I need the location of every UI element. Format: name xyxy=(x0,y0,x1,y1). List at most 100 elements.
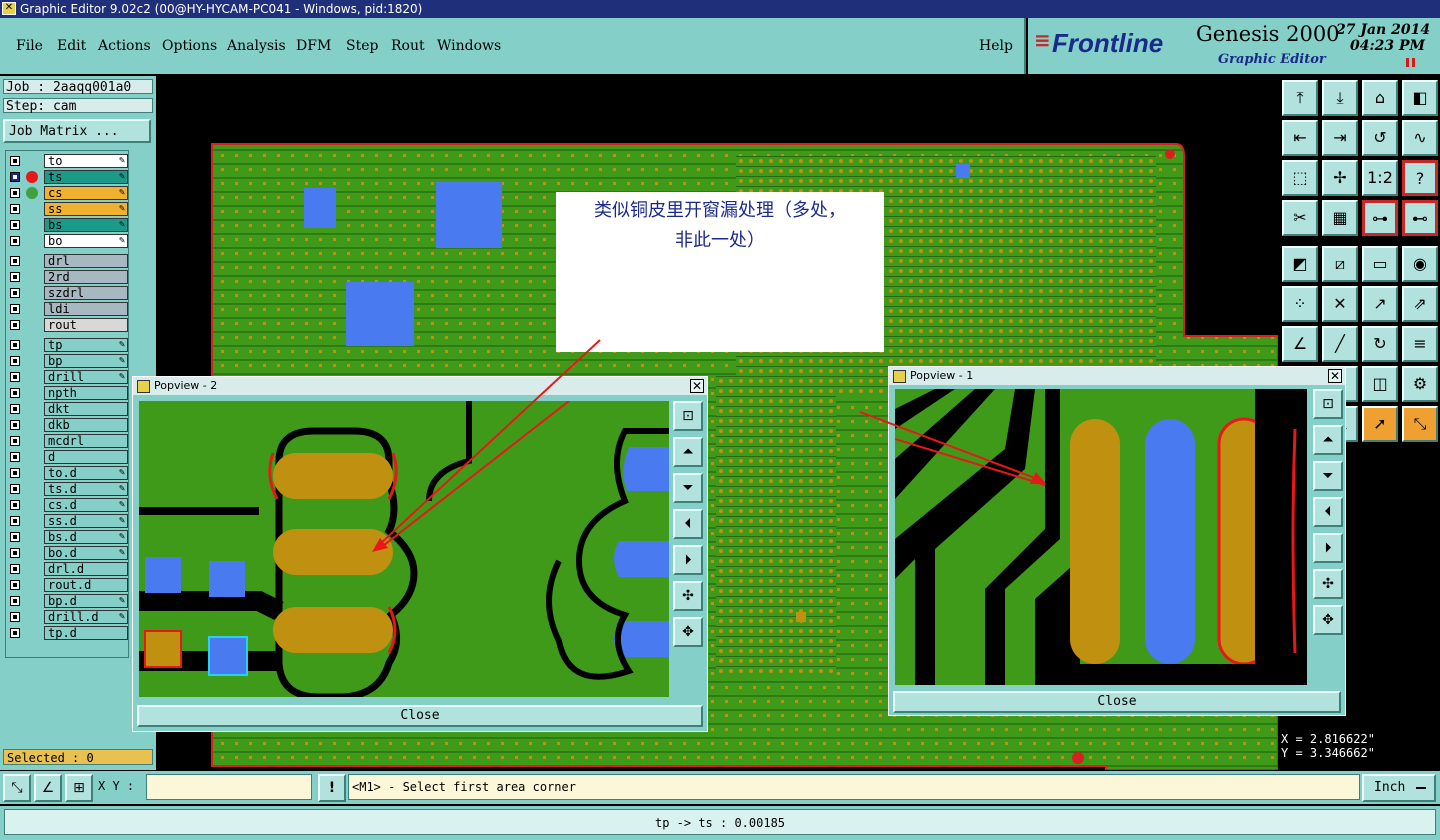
job-matrix-button[interactable]: Job Matrix ... xyxy=(3,119,151,143)
box-select-icon[interactable]: ⧄ xyxy=(1322,246,1358,282)
move-up-icon[interactable]: ⤒ xyxy=(1282,80,1318,116)
layer-name[interactable]: cs.d ✎ xyxy=(44,498,128,512)
layer-row[interactable]: drill ✎ xyxy=(6,369,128,385)
layer-row[interactable]: d xyxy=(6,449,128,465)
pan-right-icon[interactable]: ⏵ xyxy=(673,545,703,575)
layer-row[interactable]: npth xyxy=(6,385,128,401)
fit-screen-icon[interactable]: ⬚ xyxy=(1282,160,1318,196)
menu-rout[interactable]: Rout xyxy=(391,38,425,54)
layer-checkbox[interactable] xyxy=(10,356,20,366)
layer-row[interactable]: tp ✎ xyxy=(6,337,128,353)
layer-row[interactable]: cs ✎ xyxy=(6,185,128,201)
menu-actions[interactable]: Actions xyxy=(98,38,151,54)
layer-row[interactable]: ss ✎ xyxy=(6,201,128,217)
menu-step[interactable]: Step xyxy=(346,38,378,54)
layer-name[interactable]: to ✎ xyxy=(44,154,128,168)
layer-name[interactable]: mcdrl xyxy=(44,434,128,448)
layer-row[interactable]: bp ✎ xyxy=(6,353,128,369)
layer-checkbox[interactable] xyxy=(10,156,20,166)
layer-name[interactable]: bs ✎ xyxy=(44,218,128,232)
layer-name[interactable]: bs.d ✎ xyxy=(44,530,128,544)
layer-row[interactable]: drl.d xyxy=(6,561,128,577)
scale-icon[interactable]: 1:2 xyxy=(1362,160,1398,196)
layer-name[interactable]: dkb xyxy=(44,418,128,432)
xy-input[interactable] xyxy=(146,774,312,800)
layer-row[interactable]: bs.d ✎ xyxy=(6,529,128,545)
layer-row[interactable]: rout xyxy=(6,317,128,333)
pan-right-icon[interactable]: ⏵ xyxy=(1313,533,1343,563)
layer-checkbox[interactable] xyxy=(10,596,20,606)
layer-name[interactable]: ts.d ✎ xyxy=(44,482,128,496)
layer-name[interactable]: drl xyxy=(44,254,128,268)
dots-icon[interactable]: ⁘ xyxy=(1282,286,1318,322)
layer-row[interactable]: rout.d xyxy=(6,577,128,593)
zoom-in-icon[interactable]: ✥ xyxy=(673,617,703,647)
layer-checkbox[interactable] xyxy=(10,580,20,590)
pan-down-icon[interactable]: ⏷ xyxy=(673,473,703,503)
move-right-icon[interactable]: ⇥ xyxy=(1322,120,1358,156)
line-icon[interactable]: ╱ xyxy=(1322,326,1358,362)
layer-checkbox[interactable] xyxy=(10,484,20,494)
pan-up-icon[interactable]: ⏶ xyxy=(1313,425,1343,455)
layer-row[interactable]: drl xyxy=(6,253,128,269)
layer-row[interactable]: bp.d ✎ xyxy=(6,593,128,609)
grid-icon[interactable]: ▦ xyxy=(1322,200,1358,236)
layer-name[interactable]: rout.d xyxy=(44,578,128,592)
menu-analysis[interactable]: Analysis xyxy=(227,38,286,54)
alert-icon[interactable]: ! xyxy=(318,774,346,802)
zoom-area-icon[interactable]: ⤡ xyxy=(3,774,31,802)
help-icon[interactable]: ? xyxy=(1402,160,1438,196)
layer-name[interactable]: cs ✎ xyxy=(44,186,128,200)
pan-icon[interactable]: ✢ xyxy=(1322,160,1358,196)
menu-edit[interactable]: Edit xyxy=(57,38,86,54)
pan-up-icon[interactable]: ⏶ xyxy=(673,437,703,467)
layer-row[interactable]: bo.d ✎ xyxy=(6,545,128,561)
menu-help[interactable]: Help xyxy=(979,38,1013,54)
layer-row[interactable]: cs.d ✎ xyxy=(6,497,128,513)
layer-icon[interactable]: ◫ xyxy=(1362,366,1398,402)
layer-row[interactable]: ldi xyxy=(6,301,128,317)
zoom-fit-icon[interactable]: ⊡ xyxy=(1313,389,1343,419)
route-icon[interactable]: ⤡ xyxy=(1402,406,1438,442)
home-icon[interactable]: ⌂ xyxy=(1362,80,1398,116)
zoom-out-icon[interactable]: ✣ xyxy=(673,581,703,611)
layer-row[interactable]: to ✎ xyxy=(6,153,128,169)
layer-checkbox[interactable] xyxy=(10,320,20,330)
units-select[interactable]: Inch xyxy=(1362,774,1436,802)
layer-checkbox[interactable] xyxy=(10,548,20,558)
layer-name[interactable]: bo ✎ xyxy=(44,234,128,248)
layer-name[interactable]: tp.d xyxy=(44,626,128,640)
cut-icon[interactable]: ✂ xyxy=(1282,200,1318,236)
layer-name[interactable]: drl.d xyxy=(44,562,128,576)
layer-name[interactable]: ldi xyxy=(44,302,128,316)
snap-alt-icon[interactable]: ⊷ xyxy=(1402,200,1438,236)
zoom-in-icon[interactable]: ✥ xyxy=(1313,605,1343,635)
layer-name[interactable]: szdrl xyxy=(44,286,128,300)
layer-row[interactable]: bo ✎ xyxy=(6,233,128,249)
arc-icon[interactable]: ↻ xyxy=(1362,326,1398,362)
layer-checkbox[interactable] xyxy=(10,220,20,230)
layer-checkbox[interactable] xyxy=(10,532,20,542)
layer-row[interactable]: 2rd xyxy=(6,269,128,285)
layer-row[interactable]: dkb xyxy=(6,417,128,433)
layer-name[interactable]: bo.d ✎ xyxy=(44,546,128,560)
select-icon[interactable]: ◩ xyxy=(1282,246,1318,282)
layer-checkbox[interactable] xyxy=(10,564,20,574)
cursor-icon[interactable]: ➚ xyxy=(1362,406,1398,442)
layer-name[interactable]: rout xyxy=(44,318,128,332)
layer-row[interactable]: tp.d xyxy=(6,625,128,641)
popview-1-canvas[interactable] xyxy=(895,389,1307,685)
layer-name[interactable]: drill.d ✎ xyxy=(44,610,128,624)
layer-display-dot[interactable] xyxy=(26,187,38,199)
arrow-icon[interactable]: ↗ xyxy=(1362,286,1398,322)
move-down-icon[interactable]: ⤓ xyxy=(1322,80,1358,116)
menu-windows[interactable]: Windows xyxy=(437,38,501,54)
layer-name[interactable]: ss ✎ xyxy=(44,202,128,216)
arrow-alt-icon[interactable]: ⇗ xyxy=(1402,286,1438,322)
layer-name[interactable]: 2rd xyxy=(44,270,128,284)
layer-name[interactable]: ss.d ✎ xyxy=(44,514,128,528)
close-icon[interactable]: ✕ xyxy=(690,379,704,393)
pan-down-icon[interactable]: ⏷ xyxy=(1313,461,1343,491)
wave-icon[interactable]: ∿ xyxy=(1402,120,1438,156)
layer-checkbox[interactable] xyxy=(10,388,20,398)
